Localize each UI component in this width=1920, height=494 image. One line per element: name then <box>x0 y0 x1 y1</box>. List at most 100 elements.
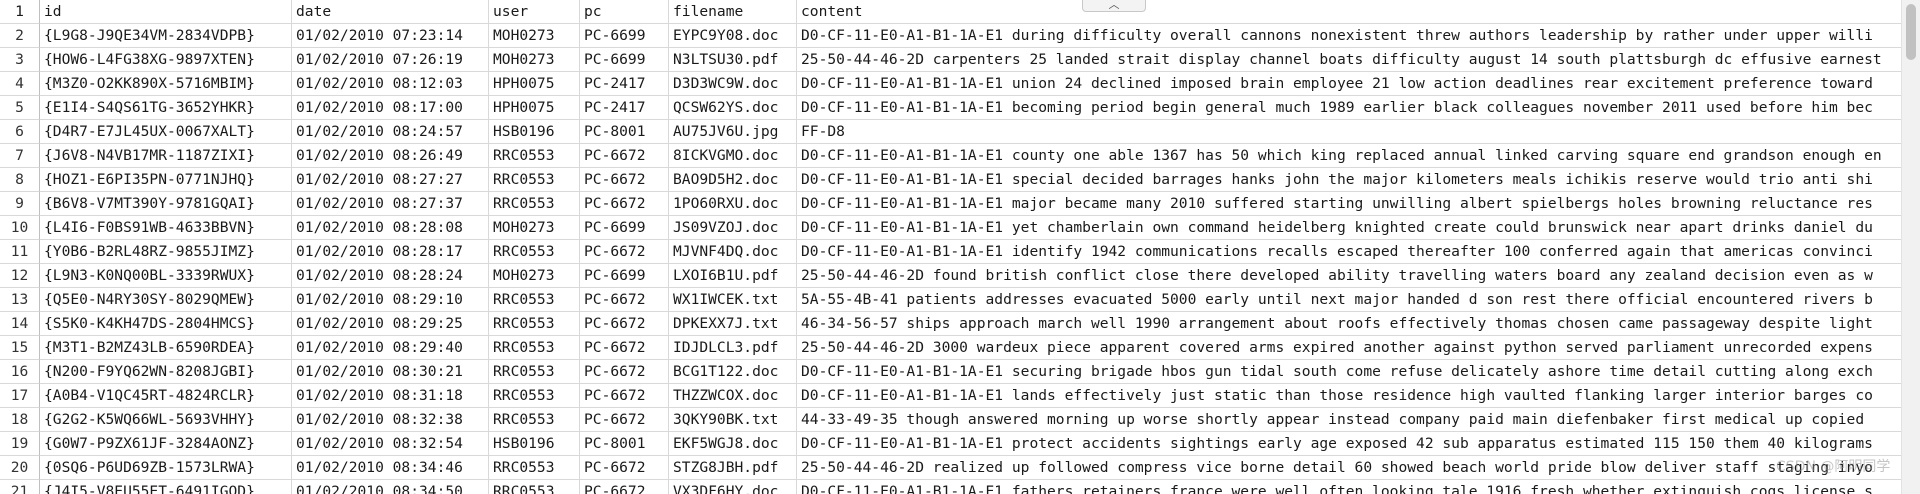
cell-user[interactable]: RRC0553 <box>489 192 580 216</box>
cell-content[interactable]: D0-CF-11-E0-A1-B1-1A-E1 during difficult… <box>797 24 1901 48</box>
cell-id[interactable]: {Q5E0-N4RY30SY-8029QMEW} <box>40 288 292 312</box>
cell-user[interactable]: RRC0553 <box>489 408 580 432</box>
cell-user[interactable]: HPH0075 <box>489 72 580 96</box>
row-number[interactable]: 19 <box>0 432 40 456</box>
cell-content[interactable]: D0-CF-11-E0-A1-B1-1A-E1 becoming period … <box>797 96 1901 120</box>
cell-date[interactable]: 01/02/2010 07:23:14 <box>292 24 489 48</box>
row-number[interactable]: 5 <box>0 96 40 120</box>
cell-pc[interactable]: PC-6672 <box>580 144 669 168</box>
row-number[interactable]: 9 <box>0 192 40 216</box>
column-header-filename[interactable]: filename <box>669 0 797 24</box>
cell-filename[interactable]: D3D3WC9W.doc <box>669 72 797 96</box>
cell-id[interactable]: {0SQ6-P6UD69ZB-1573LRWA} <box>40 456 292 480</box>
cell-content[interactable]: D0-CF-11-E0-A1-B1-1A-E1 securing brigade… <box>797 360 1901 384</box>
cell-pc[interactable]: PC-6672 <box>580 384 669 408</box>
row-number[interactable]: 4 <box>0 72 40 96</box>
cell-content[interactable]: 25-50-44-46-2D carpenters 25 landed stra… <box>797 48 1901 72</box>
cell-filename[interactable]: AU75JV6U.jpg <box>669 120 797 144</box>
cell-user[interactable]: MOH0273 <box>489 24 580 48</box>
cell-id[interactable]: {J6V8-N4VB17MR-1187ZIXI} <box>40 144 292 168</box>
cell-content[interactable]: D0-CF-11-E0-A1-B1-1A-E1 county one able … <box>797 144 1901 168</box>
cell-content[interactable]: 5A-55-4B-41 patients addresses evacuated… <box>797 288 1901 312</box>
cell-filename[interactable]: 3QKY90BK.txt <box>669 408 797 432</box>
row-number[interactable]: 13 <box>0 288 40 312</box>
cell-date[interactable]: 01/02/2010 08:27:37 <box>292 192 489 216</box>
cell-user[interactable]: RRC0553 <box>489 144 580 168</box>
cell-user[interactable]: RRC0553 <box>489 312 580 336</box>
row-number[interactable]: 16 <box>0 360 40 384</box>
cell-date[interactable]: 01/02/2010 08:28:24 <box>292 264 489 288</box>
cell-date[interactable]: 01/02/2010 08:31:18 <box>292 384 489 408</box>
cell-user[interactable]: RRC0553 <box>489 168 580 192</box>
cell-user[interactable]: RRC0553 <box>489 456 580 480</box>
cell-pc[interactable]: PC-6672 <box>580 192 669 216</box>
cell-id[interactable]: {M3T1-B2MZ43LB-6590RDEA} <box>40 336 292 360</box>
cell-filename[interactable]: BAO9D5H2.doc <box>669 168 797 192</box>
cell-pc[interactable]: PC-8001 <box>580 120 669 144</box>
cell-id[interactable]: {E1I4-S4QS61TG-3652YHKR} <box>40 96 292 120</box>
cell-pc[interactable]: PC-6699 <box>580 264 669 288</box>
cell-pc[interactable]: PC-6672 <box>580 168 669 192</box>
cell-pc[interactable]: PC-6672 <box>580 312 669 336</box>
cell-user[interactable]: MOH0273 <box>489 48 580 72</box>
cell-date[interactable]: 01/02/2010 08:12:03 <box>292 72 489 96</box>
cell-id[interactable]: {HOW6-L4FG38XG-9897XTEN} <box>40 48 292 72</box>
cell-date[interactable]: 01/02/2010 08:28:08 <box>292 216 489 240</box>
cell-user[interactable]: MOH0273 <box>489 216 580 240</box>
cell-id[interactable]: {J4I5-V8EU55ET-6491IGOD} <box>40 480 292 494</box>
cell-filename[interactable]: VX3DF6HY.doc <box>669 480 797 494</box>
cell-user[interactable]: HSB0196 <box>489 432 580 456</box>
cell-filename[interactable]: IDJDLCL3.pdf <box>669 336 797 360</box>
cell-content[interactable]: 25-50-44-46-2D realized up followed comp… <box>797 456 1901 480</box>
cell-filename[interactable]: EKF5WGJ8.doc <box>669 432 797 456</box>
cell-content[interactable]: 44-33-49-35 though answered morning up w… <box>797 408 1901 432</box>
cell-filename[interactable]: QCSW62YS.doc <box>669 96 797 120</box>
cell-pc[interactable]: PC-8001 <box>580 432 669 456</box>
column-header-content[interactable]: content <box>797 0 1901 24</box>
row-number[interactable]: 20 <box>0 456 40 480</box>
column-header-pc[interactable]: pc <box>580 0 669 24</box>
cell-date[interactable]: 01/02/2010 08:17:00 <box>292 96 489 120</box>
cell-user[interactable]: RRC0553 <box>489 240 580 264</box>
cell-pc[interactable]: PC-6672 <box>580 360 669 384</box>
cell-id[interactable]: {HOZ1-E6PI35PN-0771NJHQ} <box>40 168 292 192</box>
cell-pc[interactable]: PC-6672 <box>580 480 669 494</box>
cell-pc[interactable]: PC-6672 <box>580 288 669 312</box>
cell-user[interactable]: RRC0553 <box>489 480 580 494</box>
cell-content[interactable]: D0-CF-11-E0-A1-B1-1A-E1 protect accident… <box>797 432 1901 456</box>
cell-filename[interactable]: THZZWCOX.doc <box>669 384 797 408</box>
row-number[interactable]: 17 <box>0 384 40 408</box>
column-header-id[interactable]: id <box>40 0 292 24</box>
row-number[interactable]: 7 <box>0 144 40 168</box>
cell-date[interactable]: 01/02/2010 08:28:17 <box>292 240 489 264</box>
row-number[interactable]: 6 <box>0 120 40 144</box>
cell-filename[interactable]: MJVNF4DQ.doc <box>669 240 797 264</box>
cell-filename[interactable]: 8ICKVGMO.doc <box>669 144 797 168</box>
row-number[interactable]: 8 <box>0 168 40 192</box>
cell-content[interactable]: D0-CF-11-E0-A1-B1-1A-E1 special decided … <box>797 168 1901 192</box>
cell-content[interactable]: FF-D8 <box>797 120 1901 144</box>
cell-filename[interactable]: LXOI6B1U.pdf <box>669 264 797 288</box>
row-number[interactable]: 1 <box>0 0 40 24</box>
cell-content[interactable]: D0-CF-11-E0-A1-B1-1A-E1 union 24 decline… <box>797 72 1901 96</box>
scrollbar-thumb[interactable] <box>1906 4 1916 60</box>
cell-filename[interactable]: STZG8JBH.pdf <box>669 456 797 480</box>
cell-filename[interactable]: DPKEXX7J.txt <box>669 312 797 336</box>
cell-content[interactable]: D0-CF-11-E0-A1-B1-1A-E1 major became man… <box>797 192 1901 216</box>
cell-date[interactable]: 01/02/2010 08:29:10 <box>292 288 489 312</box>
cell-content[interactable]: 46-34-56-57 ships approach march well 19… <box>797 312 1901 336</box>
cell-user[interactable]: MOH0273 <box>489 264 580 288</box>
row-number[interactable]: 18 <box>0 408 40 432</box>
cell-date[interactable]: 01/02/2010 08:24:57 <box>292 120 489 144</box>
cell-id[interactable]: {S5K0-K4KH47DS-2804HMCS} <box>40 312 292 336</box>
cell-user[interactable]: HSB0196 <box>489 120 580 144</box>
cell-id[interactable]: {L9G8-J9QE34VM-2834VDPB} <box>40 24 292 48</box>
cell-pc[interactable]: PC-6699 <box>580 216 669 240</box>
cell-date[interactable]: 01/02/2010 08:32:38 <box>292 408 489 432</box>
cell-content[interactable]: 25-50-44-46-2D 3000 wardeux piece appare… <box>797 336 1901 360</box>
cell-filename[interactable]: BCG1T122.doc <box>669 360 797 384</box>
column-header-user[interactable]: user <box>489 0 580 24</box>
cell-date[interactable]: 01/02/2010 07:26:19 <box>292 48 489 72</box>
row-number[interactable]: 21 <box>0 480 40 494</box>
cell-user[interactable]: RRC0553 <box>489 336 580 360</box>
